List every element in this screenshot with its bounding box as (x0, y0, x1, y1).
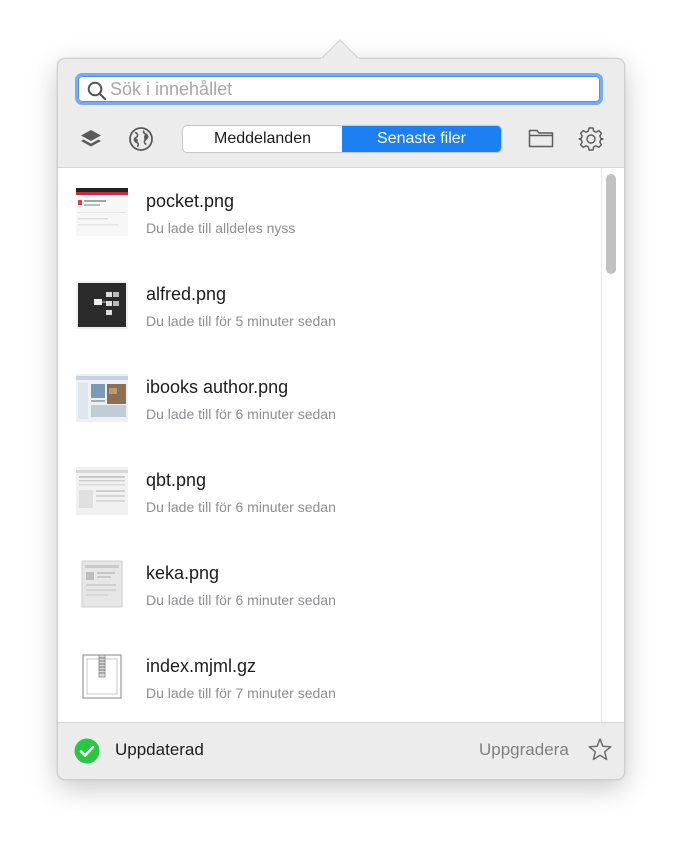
status-label: Uppdaterad (115, 740, 204, 759)
list-item[interactable]: qbt.png Du lade till för 6 minuter sedan (58, 447, 598, 540)
file-time: Du lade till för 7 minuter sedan (146, 685, 336, 701)
tab-recent-files[interactable]: Senaste filer (342, 126, 501, 152)
list-item[interactable]: ibooks author.png Du lade till för 6 min… (58, 354, 598, 447)
file-name: index.mjml.gz (146, 656, 257, 676)
archive-icon (76, 653, 128, 701)
search-input[interactable] (110, 76, 590, 102)
list-item[interactable]: alfred.png Du lade till för 5 minuter se… (58, 261, 598, 354)
list-item[interactable]: keka.png Du lade till för 6 minuter seda… (58, 540, 598, 633)
popover-arrow (321, 39, 359, 59)
recent-files-list: pocket.png Du lade till alldeles nyss al… (58, 167, 624, 723)
star-icon[interactable] (587, 737, 613, 763)
list-item[interactable]: pocket.png Du lade till alldeles nyss (58, 168, 598, 261)
view-tabs: Meddelanden Senaste filer (182, 125, 502, 153)
file-time: Du lade till för 6 minuter sedan (146, 592, 336, 608)
check-circle-icon (74, 738, 100, 764)
popover-panel: Meddelanden Senaste filer pocket.png (57, 58, 625, 780)
file-time: Du lade till för 6 minuter sedan (146, 406, 336, 422)
folder-icon[interactable] (528, 127, 554, 149)
gear-icon[interactable] (578, 126, 604, 152)
file-name: qbt.png (146, 470, 207, 490)
scrollbar-thumb[interactable] (606, 174, 616, 274)
globe-icon[interactable] (128, 126, 154, 152)
keka-thumbnail (76, 560, 128, 608)
file-name: alfred.png (146, 284, 227, 304)
alfred-thumbnail (76, 281, 128, 329)
tab-messages[interactable]: Meddelanden (183, 126, 342, 152)
file-name: ibooks author.png (146, 377, 289, 397)
file-time: Du lade till för 5 minuter sedan (146, 313, 336, 329)
list-item[interactable]: index.mjml.gz Du lade till för 7 minuter… (58, 633, 598, 722)
file-name: pocket.png (146, 191, 235, 211)
file-name: keka.png (146, 563, 220, 583)
qbt-thumbnail (76, 467, 128, 515)
file-time: Du lade till för 6 minuter sedan (146, 499, 336, 515)
ibooks-thumbnail (76, 374, 128, 422)
search-field[interactable] (75, 73, 603, 105)
pocket-thumbnail (76, 188, 128, 236)
search-icon (87, 81, 107, 101)
upgrade-link[interactable]: Uppgradera (479, 740, 569, 760)
file-time: Du lade till alldeles nyss (146, 220, 296, 236)
layers-icon[interactable] (79, 127, 103, 151)
